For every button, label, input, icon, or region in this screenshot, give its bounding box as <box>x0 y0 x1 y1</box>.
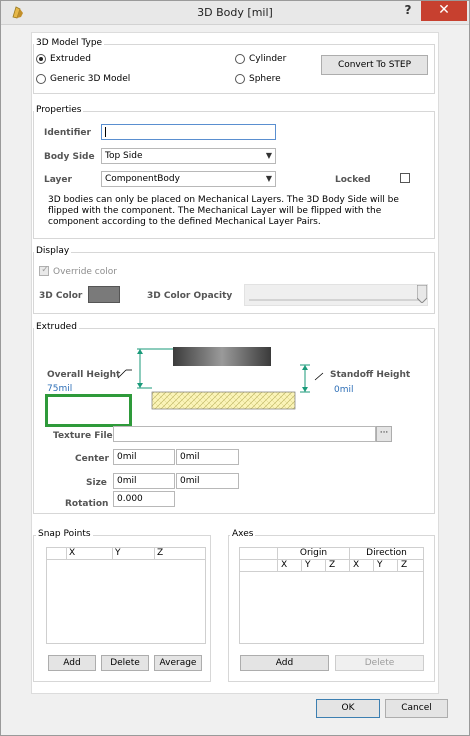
axes-col-blank-top <box>240 548 278 560</box>
axes-add-button[interactable]: Add <box>240 655 329 671</box>
checkmark-icon: ✓ <box>41 265 49 275</box>
highlight-box <box>45 394 132 427</box>
properties-label: Properties <box>34 105 84 116</box>
radio-extruded[interactable] <box>36 54 46 64</box>
opacity-slider-track[interactable] <box>244 284 428 306</box>
snap-col-y: Y <box>113 548 155 560</box>
center-label: Center <box>75 454 109 464</box>
axes-col-origin-y: Y <box>302 560 326 572</box>
snap-col-blank <box>47 548 67 560</box>
axes-origin-header: Origin <box>278 548 350 560</box>
radio-cylinder[interactable] <box>235 54 245 64</box>
convert-to-step-button[interactable]: Convert To STEP <box>321 55 428 75</box>
radio-extruded-label: Extruded <box>50 54 91 64</box>
size-y-input[interactable]: 0mil <box>176 473 239 489</box>
override-color-label: Override color <box>53 267 117 277</box>
snap-col-z: Z <box>155 548 205 560</box>
radio-cylinder-label: Cylinder <box>249 54 287 64</box>
opacity-label: 3D Color Opacity <box>147 291 233 301</box>
locked-checkbox[interactable] <box>400 173 410 183</box>
axes-col-direction-x: X <box>350 560 374 572</box>
radio-generic-3d-model[interactable] <box>36 74 46 84</box>
browse-button[interactable]: ··· <box>376 426 392 442</box>
layer-select[interactable]: ComponentBody ▼ <box>101 171 276 187</box>
cancel-button[interactable]: Cancel <box>385 699 448 718</box>
standoff-height-value[interactable]: 0mil <box>334 384 354 396</box>
radio-sphere[interactable] <box>235 74 245 84</box>
snap-average-button[interactable]: Average <box>154 655 202 671</box>
radio-generic-label: Generic 3D Model <box>50 74 131 84</box>
snap-points-table[interactable]: X Y Z <box>46 547 206 644</box>
texture-file-label: Texture File <box>53 431 113 441</box>
axes-delete-button[interactable]: Delete <box>335 655 424 671</box>
layer-label: Layer <box>44 175 72 185</box>
chevron-down-icon: ▼ <box>265 174 272 183</box>
axes-col-origin-z: Z <box>326 560 350 572</box>
help-button[interactable]: ? <box>398 3 418 17</box>
chevron-down-icon: ▼ <box>265 151 272 160</box>
opacity-slider-thumb[interactable] <box>416 284 428 304</box>
center-y-input[interactable]: 0mil <box>176 449 239 465</box>
axes-col-blank <box>240 560 278 572</box>
locked-label: Locked <box>335 175 371 185</box>
overall-height-label: Overall Height <box>47 370 121 380</box>
center-x-input[interactable]: 0mil <box>113 449 175 465</box>
snap-points-label: Snap Points <box>36 529 93 540</box>
texture-file-input[interactable] <box>113 426 376 442</box>
extrusion-diagram <box>110 340 325 412</box>
snap-col-x: X <box>67 548 113 560</box>
layer-value: ComponentBody <box>105 174 180 184</box>
axes-direction-header: Direction <box>350 548 423 560</box>
body-side-select[interactable]: Top Side ▼ <box>101 148 276 164</box>
body-side-label: Body Side <box>44 152 95 162</box>
axes-col-direction-z: Z <box>398 560 423 572</box>
standoff-height-label: Standoff Height <box>330 370 411 380</box>
axes-col-origin-x: X <box>278 560 302 572</box>
color-label: 3D Color <box>39 291 83 301</box>
properties-note-line3: component according to the defined Mecha… <box>48 217 321 227</box>
rotation-label: Rotation <box>65 499 109 509</box>
size-label: Size <box>86 478 107 488</box>
snap-add-button[interactable]: Add <box>48 655 96 671</box>
opacity-slider-rail <box>249 299 423 301</box>
axes-label: Axes <box>230 529 256 540</box>
model-type-label: 3D Model Type <box>34 38 105 49</box>
override-color-checkbox[interactable]: ✓ <box>39 265 49 276</box>
close-button[interactable]: ✕ <box>421 1 467 21</box>
snap-delete-button[interactable]: Delete <box>101 655 149 671</box>
radio-sphere-label: Sphere <box>249 74 281 84</box>
rotation-input[interactable]: 0.000 <box>113 491 175 507</box>
size-x-input[interactable]: 0mil <box>113 473 175 489</box>
ok-button[interactable]: OK <box>316 699 380 718</box>
body-side-value: Top Side <box>105 151 143 161</box>
color-swatch[interactable] <box>88 286 120 303</box>
identifier-input[interactable] <box>101 124 276 140</box>
display-label: Display <box>34 246 72 257</box>
identifier-label: Identifier <box>44 128 91 138</box>
axes-table[interactable]: Origin Direction X Y Z X Y Z <box>239 547 424 644</box>
axes-col-direction-y: Y <box>374 560 398 572</box>
text-cursor <box>105 127 106 137</box>
extruded-label: Extruded <box>34 322 79 333</box>
